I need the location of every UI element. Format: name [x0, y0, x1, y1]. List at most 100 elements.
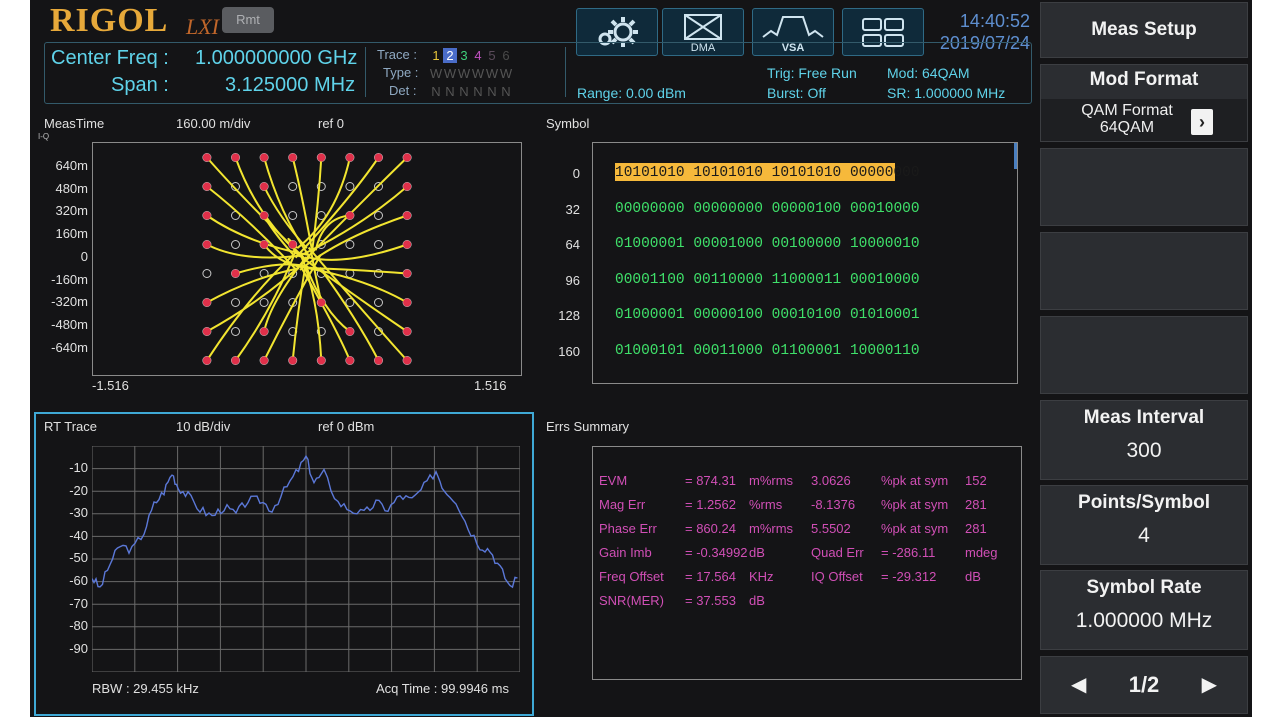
rt-scale: 10 dB/div [176, 419, 231, 434]
constellation-point [374, 298, 383, 307]
iq-x-min: -1.516 [92, 378, 129, 393]
points-symbol-key[interactable]: Points/Symbol 4 [1040, 485, 1248, 565]
err-cell: mdeg [965, 545, 998, 560]
constellation-point [374, 211, 383, 220]
iq-y-tick: 0 [80, 248, 88, 264]
rt-y-tick: -20 [69, 482, 88, 498]
symbol-bits-row: 01000101 00011000 01100001 10000110 [615, 343, 920, 359]
center-freq-value[interactable]: 1.000000000 GHz [195, 47, 357, 70]
err-cell: EVM [599, 473, 628, 488]
remote-badge: Rmt [222, 7, 274, 33]
iq-y-tick: 640m [55, 158, 88, 173]
symbol-point [374, 356, 383, 365]
meas-interval-key[interactable]: Meas Interval 300 [1040, 400, 1248, 480]
next-page-icon[interactable]: ▶ [1202, 657, 1217, 713]
type-1: W [429, 66, 443, 81]
span-label: Span : [111, 74, 169, 96]
symbol-rate-readout: SR: 1.000000 MHz [887, 85, 1006, 101]
det-values: NNNNNN [429, 83, 513, 101]
iq-scale: 160.00 m/div [176, 116, 251, 131]
center-freq-label: Center Freq : [51, 47, 169, 69]
err-cell: KHz [749, 569, 774, 584]
trace-6[interactable]: 6 [499, 48, 513, 63]
rt-y-tick: -50 [69, 550, 88, 566]
constellation-point [231, 298, 240, 307]
det-3: N [459, 84, 469, 99]
err-cell: = -29.312 [881, 569, 937, 584]
err-cell: -8.1376 [811, 497, 856, 512]
symbol-rate-value: 1.000000 MHz [1075, 609, 1213, 632]
meas-interval-label: Meas Interval [1083, 407, 1205, 428]
err-cell: = -286.11 [881, 545, 936, 560]
err-cell: dB [965, 569, 981, 584]
iq-constellation-plot [202, 153, 412, 365]
constellation-point [202, 269, 212, 278]
symbol-point [288, 240, 297, 249]
err-cell: IQ Offset [811, 569, 863, 584]
symbol-index: 32 [565, 201, 580, 217]
qam-format-value: 64QAM [1099, 119, 1155, 136]
trace-label: Trace : [377, 47, 417, 62]
trace-selector[interactable]: 123456 [429, 47, 513, 65]
symbol-point [260, 356, 269, 365]
err-cell: %rms [749, 497, 783, 512]
symbol-point [345, 211, 354, 220]
modulation-readout: Mod: 64QAM [887, 65, 970, 81]
symbol-point [202, 211, 211, 220]
symbol-point [231, 153, 240, 162]
symbol-panel-title: Symbol [546, 116, 590, 131]
symbol-point [317, 298, 326, 307]
symbol-rate-key[interactable]: Symbol Rate 1.000000 MHz [1040, 570, 1248, 650]
empty-key-3[interactable] [1040, 316, 1248, 394]
empty-key-1[interactable] [1040, 148, 1248, 226]
symbol-point [202, 356, 211, 365]
qam-format-label: QAM Format [1081, 102, 1173, 119]
err-cell: = 1.2562 [685, 497, 736, 512]
symbol-index: 128 [558, 308, 580, 324]
det-5: N [487, 84, 497, 99]
symbol-point [288, 356, 297, 365]
status-bar: Center Freq : 1.000000000 GHz Span : 3.1… [44, 42, 1032, 104]
meas-setup-key[interactable]: Meas Setup [1040, 2, 1248, 58]
err-cell: 281 [965, 497, 987, 512]
page-indicator: 1/2 [1128, 672, 1160, 697]
symbol-point [202, 182, 211, 191]
symbol-point [374, 153, 383, 162]
det-2: N [445, 84, 455, 99]
iq-y-tick: 160m [55, 226, 88, 242]
symbol-point [260, 211, 269, 220]
symbol-index: 0 [572, 166, 580, 181]
chevron-right-icon[interactable]: › [1191, 109, 1213, 135]
symbol-point [403, 298, 412, 307]
symbol-point [403, 211, 412, 220]
mod-format-key[interactable]: Mod Format QAM Format 64QAM › [1040, 64, 1248, 142]
trace-3[interactable]: 3 [457, 48, 471, 63]
rt-y-tick: -70 [69, 595, 88, 611]
type-4: W [471, 66, 485, 81]
span-value[interactable]: 3.125000 MHz [225, 74, 355, 97]
trace-5[interactable]: 5 [485, 48, 499, 63]
prev-page-icon[interactable]: ◀ [1071, 657, 1086, 713]
err-cell: = 874.31 [685, 473, 736, 488]
symbol-point [317, 356, 326, 365]
symbol-point [260, 327, 269, 336]
symbol-bits-row: 00000000 00000000 00000100 00010000 [615, 200, 920, 217]
rt-y-tick: -90 [69, 640, 88, 656]
err-cell: dB [749, 545, 765, 560]
empty-key-2[interactable] [1040, 232, 1248, 310]
symbol-scrollbar[interactable] [1014, 143, 1017, 169]
symbol-point [403, 240, 412, 249]
err-cell: 281 [965, 521, 987, 536]
symbol-table: 10101010 10101010 10101010 00000000 00000… [592, 142, 1018, 384]
symbol-bits-row: 00001100 00110000 11000011 00010000 [615, 271, 920, 288]
trace-4[interactable]: 4 [471, 48, 485, 63]
type-5: W [485, 66, 499, 81]
page-nav: ◀ 1/2 ▶ [1040, 656, 1248, 714]
meas-setup-label: Meas Setup [1091, 19, 1197, 40]
trace-2[interactable]: 2 [443, 48, 457, 63]
trace-1[interactable]: 1 [429, 48, 443, 63]
err-cell: = -0.34992 [685, 545, 748, 560]
err-cell: Gain Imb [599, 545, 652, 560]
symbol-point [403, 327, 412, 336]
iq-label: I-Q [38, 132, 50, 141]
